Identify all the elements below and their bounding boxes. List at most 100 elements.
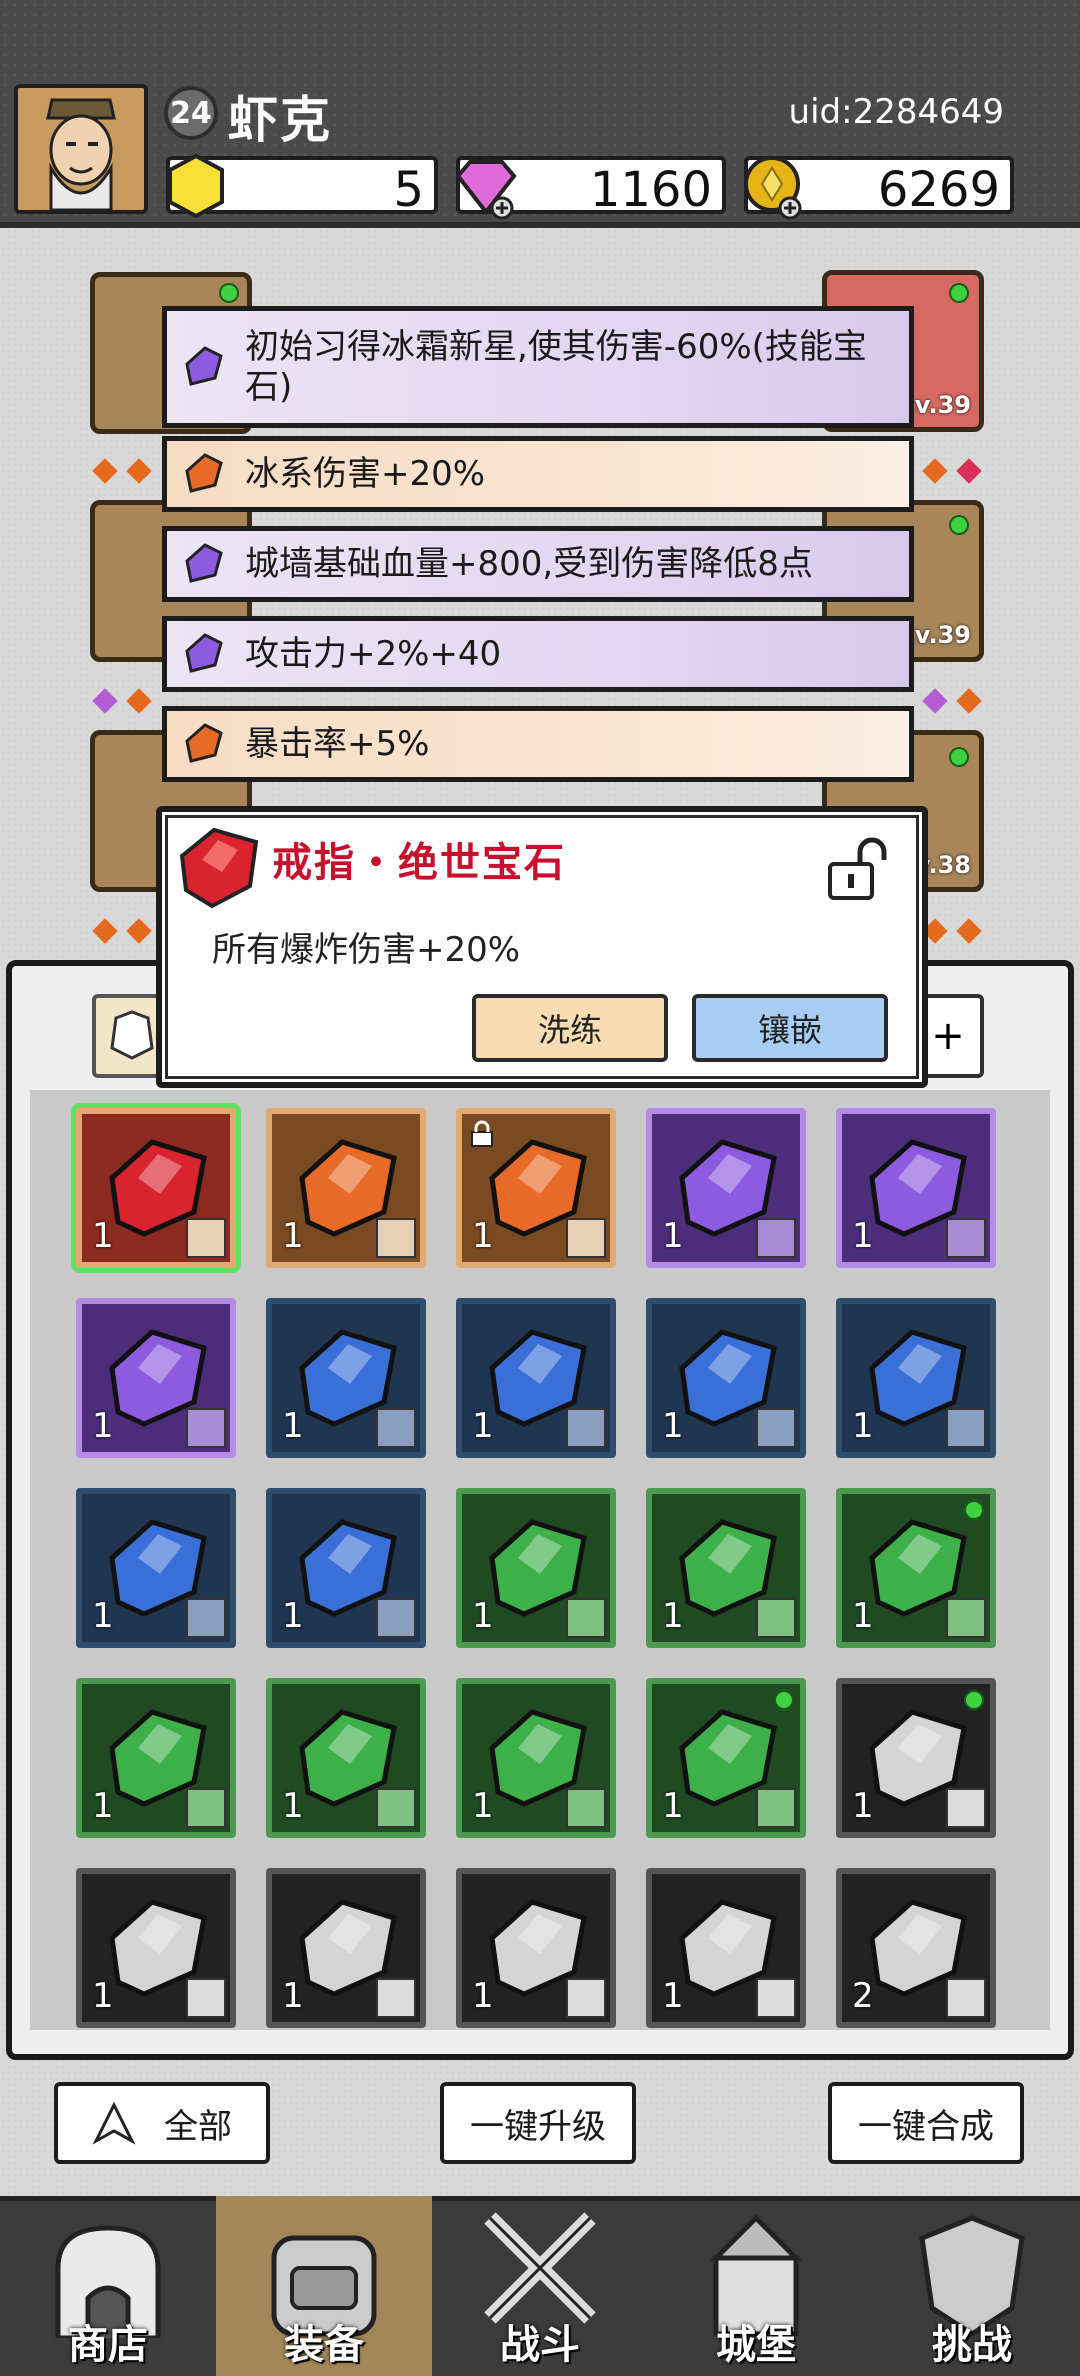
inventory-item-green-gem[interactable]: 1 (646, 1678, 806, 1838)
inventory-item-green-gem[interactable]: 1 (646, 1488, 806, 1648)
armor-slot-icon (756, 1978, 796, 2018)
stat-text: 初始习得冰霜新星,使其伤害-60%(技能宝石) (245, 327, 867, 407)
diamond-value: 1160 (589, 162, 712, 218)
purple-gem-icon (185, 543, 223, 583)
inventory-item-gray-gem[interactable]: 1 (456, 1868, 616, 2028)
purple-gem-icon (185, 346, 223, 386)
armor-slot-icon (756, 1598, 796, 1638)
unlock-icon[interactable] (824, 834, 894, 904)
lock-icon (471, 1120, 493, 1147)
item-count: 1 (472, 1406, 494, 1446)
inventory-item-gray-gem[interactable]: 1 (76, 1868, 236, 2028)
inventory-item-blue-gem[interactable]: 1 (76, 1488, 236, 1648)
necklace-slot-icon (946, 1408, 986, 1448)
nav-label: 挑战 (932, 2322, 1012, 2368)
item-count: 1 (472, 1786, 494, 1826)
boots-slot-icon (946, 1218, 986, 1258)
item-count: 1 (92, 1406, 114, 1446)
player-uid: uid:2284649 (788, 92, 1004, 132)
orange-socket-icon (92, 918, 118, 944)
weapon-slot-icon (186, 1408, 226, 1448)
upgrade-all-button[interactable]: 一键升级 (440, 2082, 636, 2164)
filter-all-label: 全部 (164, 2106, 232, 2147)
inventory-item-purple-gem[interactable]: 1 (76, 1298, 236, 1458)
nav-castle[interactable]: 城堡 (648, 2196, 864, 2376)
nav-challenge[interactable]: 挑战 (864, 2196, 1080, 2376)
item-count: 1 (472, 1216, 494, 1256)
nav-label: 商店 (68, 2322, 148, 2368)
item-count: 1 (852, 1216, 874, 1256)
orange-socket-icon (126, 688, 152, 714)
purple-socket-icon (92, 688, 118, 714)
inventory-item-green-gem[interactable]: 1 (456, 1488, 616, 1648)
armor-slot-icon (566, 1598, 606, 1638)
ring-slot-icon (186, 1218, 226, 1258)
inventory-item-blue-gem[interactable]: 1 (266, 1488, 426, 1648)
stat-text: 攻击力+2%+40 (245, 634, 502, 674)
inventory-item-blue-gem[interactable]: 1 (646, 1298, 806, 1458)
inventory-item-green-gem[interactable]: 1 (76, 1678, 236, 1838)
armor-slot-icon (566, 1978, 606, 2018)
yellow-gem-value: 5 (393, 162, 424, 218)
inventory-item-blue-gem[interactable]: 1 (456, 1298, 616, 1458)
filter-all-button[interactable]: 全部 (54, 2082, 270, 2164)
yellow-gem-counter[interactable]: 5 (166, 153, 438, 219)
item-count: 1 (662, 1786, 684, 1826)
notification-dot (964, 1500, 984, 1520)
gold-coin-value: 6269 (877, 162, 1000, 218)
inventory-item-orange-gem[interactable]: 1 (266, 1108, 426, 1268)
socket-indicators (92, 688, 152, 714)
player-avatar[interactable] (14, 84, 148, 214)
refine-button[interactable]: 洗练 (472, 994, 668, 1062)
notification-dot (964, 1690, 984, 1710)
inventory-item-green-gem[interactable]: 1 (456, 1678, 616, 1838)
necklace-slot-icon (376, 1598, 416, 1638)
shield-slot-icon (186, 1978, 226, 2018)
nav-label: 装备 (284, 2322, 364, 2368)
inventory-item-gray-gem[interactable]: 1 (836, 1678, 996, 1838)
inventory-item-red-gem[interactable]: 1 (76, 1108, 236, 1268)
inventory-item-blue-gem[interactable]: 1 (266, 1298, 426, 1458)
orange-gem-icon (185, 723, 223, 763)
socket-indicators (922, 688, 982, 714)
purple-gem-icon (185, 633, 223, 673)
ring-slot-icon (566, 1408, 606, 1448)
item-count: 1 (282, 1596, 304, 1636)
notification-dot (219, 283, 239, 303)
notification-dot (949, 283, 969, 303)
weapon-slot-icon (946, 1598, 986, 1638)
item-count: 1 (662, 1216, 684, 1256)
inventory-item-green-gem[interactable]: 1 (836, 1488, 996, 1648)
nav-label: 战斗 (500, 2322, 580, 2368)
item-count: 1 (472, 1976, 494, 2016)
gold-coin-counter[interactable]: 6269 (744, 156, 1014, 220)
nav-shop[interactable]: 商店 (0, 2196, 216, 2376)
armor-slot-icon (376, 1218, 416, 1258)
orange-socket-icon (92, 458, 118, 484)
popup-description: 所有爆炸伤害+20% (212, 930, 521, 970)
inventory-item-purple-gem[interactable]: 1 (646, 1108, 806, 1268)
player-name: 虾克 (228, 91, 332, 149)
inventory-item-green-gem[interactable]: 1 (266, 1678, 426, 1838)
triangle-filter-icon (92, 2101, 136, 2145)
necklace-slot-icon (756, 1408, 796, 1448)
merge-all-button[interactable]: 一键合成 (828, 2082, 1024, 2164)
nav-battle[interactable]: 战斗 (432, 2196, 648, 2376)
inventory-item-gray-gem[interactable]: 2 (836, 1868, 996, 2028)
item-count: 1 (852, 1596, 874, 1636)
red-gem-icon (179, 827, 259, 909)
inventory-item-gray-gem[interactable]: 1 (266, 1868, 426, 2028)
inventory-item-orange-gem[interactable]: 1 (456, 1108, 616, 1268)
weapon-slot-icon (186, 1788, 226, 1828)
inventory-item-blue-gem[interactable]: 1 (836, 1298, 996, 1458)
diamond-counter[interactable]: 1160 (455, 156, 726, 220)
inlay-button[interactable]: 镶嵌 (692, 994, 888, 1062)
item-count: 1 (92, 1596, 114, 1636)
inventory-item-purple-gem[interactable]: 1 (836, 1108, 996, 1268)
inventory-item-gray-gem[interactable]: 1 (646, 1868, 806, 2028)
socket-indicators (92, 458, 152, 484)
weapon-slot-icon (566, 1218, 606, 1258)
nav-equipment[interactable]: 装备 (216, 2196, 432, 2376)
necklace-slot-icon (756, 1788, 796, 1828)
orange-socket-icon (126, 458, 152, 484)
